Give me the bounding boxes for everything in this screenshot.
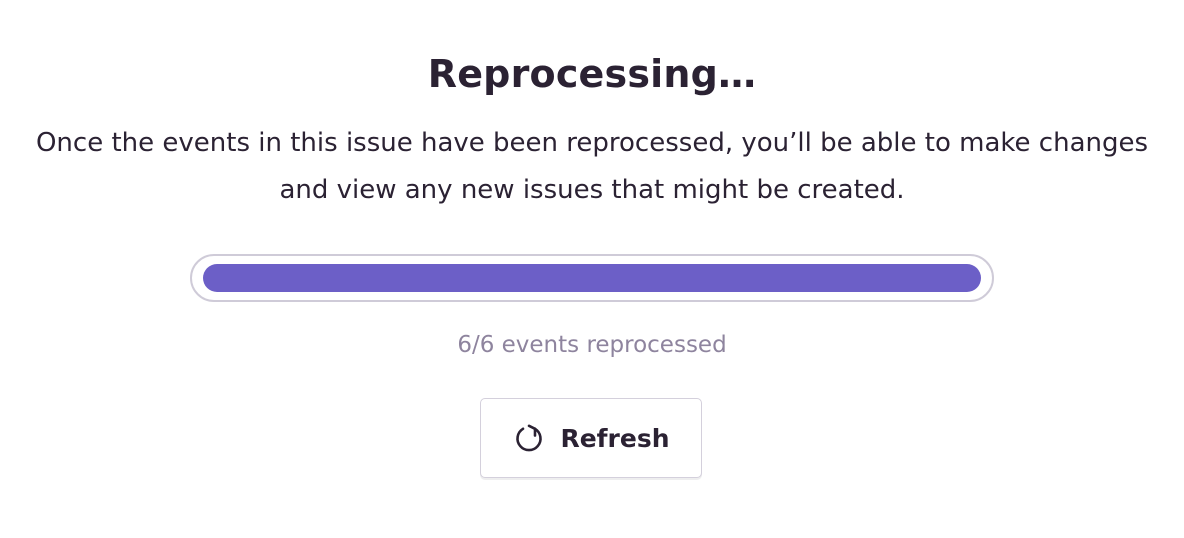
page-title: Reprocessing… bbox=[427, 52, 757, 96]
refresh-button-label: Refresh bbox=[560, 423, 670, 453]
progress-status-text: 6/6 events reprocessed bbox=[457, 332, 727, 358]
refresh-button[interactable]: Refresh bbox=[480, 398, 702, 478]
reprocessing-panel: Reprocessing… Once the events in this is… bbox=[0, 0, 1184, 538]
progress-bar-fill bbox=[203, 264, 981, 292]
progress-bar bbox=[190, 254, 994, 302]
reprocessing-description: Once the events in this issue have been … bbox=[35, 128, 1149, 205]
refresh-icon bbox=[512, 421, 546, 455]
